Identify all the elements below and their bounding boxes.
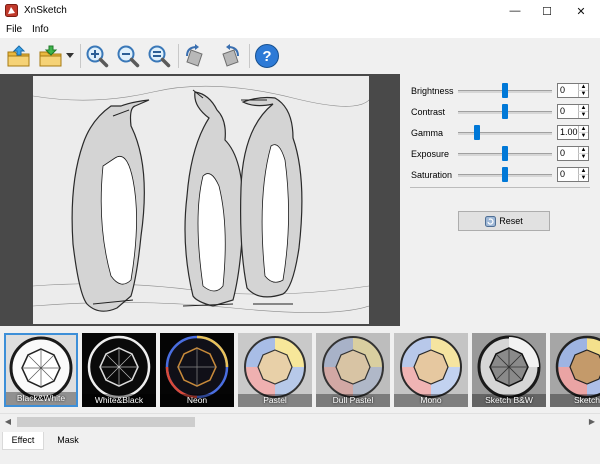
effect-label: Neon bbox=[160, 394, 234, 407]
effect-thumbnail-dull-pastel[interactable]: Dull Pastel bbox=[316, 333, 390, 407]
spin-up-icon[interactable]: ▲ bbox=[578, 105, 588, 112]
brightness-slider-thumb[interactable] bbox=[502, 83, 508, 98]
help-icon: ? bbox=[255, 44, 279, 68]
saturation-value: 0 bbox=[560, 169, 566, 179]
title-bar: XnSketch — ☐ ✕ bbox=[0, 0, 600, 22]
bottom-tabs: Effect Mask bbox=[0, 430, 600, 464]
maximize-button[interactable]: ☐ bbox=[530, 0, 564, 22]
effect-thumbnail-sketch[interactable]: Sketch bbox=[550, 333, 600, 407]
toolbar: ? bbox=[0, 38, 600, 74]
rotate-right-icon bbox=[222, 44, 239, 67]
window-title: XnSketch bbox=[24, 5, 67, 16]
zoom-in-button[interactable] bbox=[82, 41, 112, 71]
penguin-sketch-image bbox=[33, 76, 369, 324]
save-button[interactable] bbox=[36, 41, 66, 71]
brightness-spinbox[interactable]: 0 ▲ ▼ bbox=[557, 83, 589, 98]
effect-label: Black&White bbox=[6, 392, 76, 405]
rotate-left-icon bbox=[186, 44, 203, 67]
zoom-fit-icon bbox=[148, 45, 171, 68]
effect-label: Sketch B&W bbox=[472, 394, 546, 407]
scroll-right-icon[interactable]: ▶ bbox=[584, 414, 600, 430]
contrast-value: 0 bbox=[560, 106, 566, 116]
toolbar-separator bbox=[80, 44, 81, 68]
gamma-slider-track[interactable] bbox=[458, 132, 552, 135]
exposure-slider-thumb[interactable] bbox=[502, 146, 508, 161]
preview-panel bbox=[0, 74, 400, 326]
scroll-left-icon[interactable]: ◀ bbox=[0, 414, 16, 430]
minimize-button[interactable]: — bbox=[498, 0, 532, 22]
adjustments-panel: Brightness 0 ▲ ▼ Contrast 0 ▲ ▼ Gamma 1.… bbox=[400, 74, 600, 326]
app-icon bbox=[5, 4, 18, 17]
menu-bar: File Info bbox=[0, 22, 600, 38]
effect-thumbnail-white-black[interactable]: White&Black bbox=[82, 333, 156, 407]
zoom-in-icon bbox=[86, 45, 109, 68]
save-dropdown-button[interactable] bbox=[64, 41, 76, 71]
zoom-out-icon bbox=[117, 45, 140, 68]
open-button[interactable] bbox=[4, 41, 34, 71]
zoom-fit-button[interactable] bbox=[144, 41, 174, 71]
rotate-right-button[interactable] bbox=[214, 41, 244, 71]
menu-info[interactable]: Info bbox=[32, 24, 49, 35]
gamma-slider-thumb[interactable] bbox=[473, 125, 480, 140]
brightness-value: 0 bbox=[560, 85, 566, 95]
spin-up-icon[interactable]: ▲ bbox=[578, 168, 588, 175]
effect-thumbnail-mono[interactable]: Mono bbox=[394, 333, 468, 407]
exposure-spinbox[interactable]: 0 ▲ ▼ bbox=[557, 146, 589, 161]
sketch-preview-image[interactable] bbox=[33, 76, 369, 324]
help-button[interactable]: ? bbox=[252, 41, 282, 71]
effect-thumbnail-neon[interactable]: Neon bbox=[160, 333, 234, 407]
zoom-out-button[interactable] bbox=[113, 41, 143, 71]
spin-down-icon[interactable]: ▼ bbox=[578, 133, 588, 139]
reset-icon bbox=[485, 215, 497, 227]
spin-down-icon[interactable]: ▼ bbox=[578, 154, 588, 160]
maximize-icon: ☐ bbox=[542, 5, 552, 18]
effect-label: Mono bbox=[394, 394, 468, 407]
close-button[interactable]: ✕ bbox=[564, 0, 598, 22]
exposure-value: 0 bbox=[560, 148, 566, 158]
menu-file[interactable]: File bbox=[6, 24, 22, 35]
gamma-spinbox[interactable]: 1.00 ▲ ▼ bbox=[557, 125, 589, 140]
contrast-spinbox[interactable]: 0 ▲ ▼ bbox=[557, 104, 589, 119]
exposure-label: Exposure bbox=[411, 149, 450, 159]
save-folder-icon bbox=[39, 45, 62, 67]
tab-effect[interactable]: Effect bbox=[2, 432, 44, 450]
effect-label: White&Black bbox=[82, 394, 156, 407]
tab-mask[interactable]: Mask bbox=[48, 432, 88, 449]
contrast-slider-thumb[interactable] bbox=[502, 104, 508, 119]
saturation-label: Saturation bbox=[411, 170, 453, 180]
reset-button[interactable]: Reset bbox=[458, 211, 550, 231]
scrollbar-thumb[interactable] bbox=[17, 417, 195, 427]
open-folder-icon bbox=[7, 45, 30, 67]
spin-up-icon[interactable]: ▲ bbox=[578, 126, 588, 133]
saturation-spinbox[interactable]: 0 ▲ ▼ bbox=[557, 167, 589, 182]
gamma-value: 1.00 bbox=[560, 127, 578, 137]
effects-scrollbar[interactable]: ◀ ▶ bbox=[0, 413, 600, 430]
effect-label: Pastel bbox=[238, 394, 312, 407]
toolbar-separator bbox=[249, 44, 250, 68]
effect-thumbnail-black-white[interactable]: Black&White bbox=[4, 333, 78, 407]
gamma-label: Gamma bbox=[411, 128, 444, 138]
close-icon: ✕ bbox=[576, 5, 586, 18]
effects-strip: Black&White White&Black Neon Pastel Dull… bbox=[0, 328, 600, 412]
brightness-label: Brightness bbox=[411, 86, 454, 96]
chevron-down-icon bbox=[66, 53, 74, 58]
toolbar-separator bbox=[178, 44, 179, 68]
contrast-label: Contrast bbox=[411, 107, 446, 117]
reset-label: Reset bbox=[499, 216, 523, 226]
panel-divider bbox=[410, 187, 590, 188]
spin-down-icon[interactable]: ▼ bbox=[578, 112, 588, 118]
spin-down-icon[interactable]: ▼ bbox=[578, 175, 588, 181]
effect-label: Sketch bbox=[550, 394, 600, 407]
spin-down-icon[interactable]: ▼ bbox=[578, 91, 588, 97]
effect-label: Dull Pastel bbox=[316, 394, 390, 407]
rotate-left-button[interactable] bbox=[181, 41, 211, 71]
effect-thumbnail-pastel[interactable]: Pastel bbox=[238, 333, 312, 407]
help-glyph: ? bbox=[262, 48, 271, 65]
spin-up-icon[interactable]: ▲ bbox=[578, 84, 588, 91]
effect-thumbnail-sketch-bw[interactable]: Sketch B&W bbox=[472, 333, 546, 407]
spin-up-icon[interactable]: ▲ bbox=[578, 147, 588, 154]
minimize-icon: — bbox=[509, 5, 521, 17]
saturation-slider-thumb[interactable] bbox=[502, 167, 508, 182]
